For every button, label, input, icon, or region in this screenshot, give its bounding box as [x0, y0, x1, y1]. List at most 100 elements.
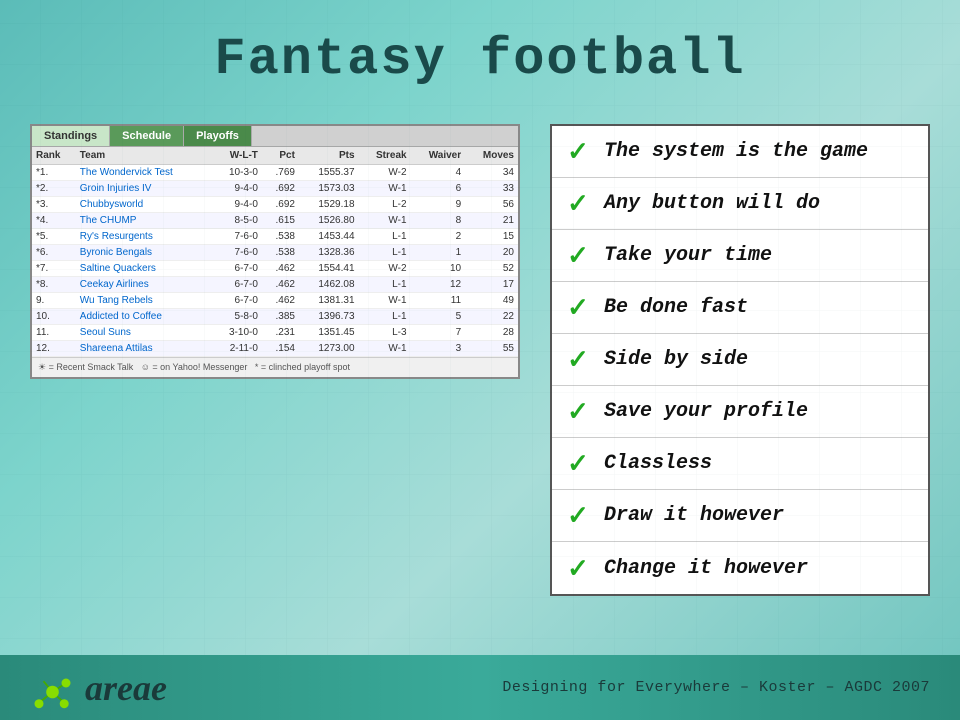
cell-team[interactable]: Ry's Resurgents	[76, 229, 212, 245]
cell-pts: 1328.36	[299, 245, 359, 261]
checklist-item: ✓ Classless	[552, 438, 928, 490]
col-team: Team	[76, 147, 212, 165]
col-streak: Streak	[359, 147, 411, 165]
col-pct: Pct	[262, 147, 299, 165]
cell-wlt: 7-6-0	[212, 245, 262, 261]
cell-rank: 12.	[32, 341, 76, 357]
cell-pts: 1381.31	[299, 293, 359, 309]
checklist-item: ✓ Take your time	[552, 230, 928, 282]
cell-moves: 52	[465, 261, 518, 277]
cell-pts: 1526.80	[299, 213, 359, 229]
cell-team[interactable]: Shareena Attilas	[76, 341, 212, 357]
cell-team[interactable]: The CHUMP	[76, 213, 212, 229]
table-row: 12. Shareena Attilas 2-11-0 .154 1273.00…	[32, 341, 518, 357]
cell-wlt: 6-7-0	[212, 293, 262, 309]
table-row: *4. The CHUMP 8-5-0 .615 1526.80 W-1 8 2…	[32, 213, 518, 229]
cell-rank: *5.	[32, 229, 76, 245]
cell-moves: 49	[465, 293, 518, 309]
cell-team[interactable]: Byronic Bengals	[76, 245, 212, 261]
cell-pct: .462	[262, 277, 299, 293]
table-row: *5. Ry's Resurgents 7-6-0 .538 1453.44 L…	[32, 229, 518, 245]
cell-wlt: 6-7-0	[212, 277, 262, 293]
cell-rank: *1.	[32, 165, 76, 181]
cell-pct: .462	[262, 261, 299, 277]
cell-wlt: 2-11-0	[212, 341, 262, 357]
cell-team[interactable]: Addicted to Coffee	[76, 309, 212, 325]
checklist-item: ✓ Draw it however	[552, 490, 928, 542]
check-mark-icon: ✓	[564, 500, 592, 531]
cell-team[interactable]: Seoul Suns	[76, 325, 212, 341]
table-row: *7. Saltine Quackers 6-7-0 .462 1554.41 …	[32, 261, 518, 277]
cell-rank: *6.	[32, 245, 76, 261]
check-label: Change it however	[604, 557, 808, 580]
cell-wlt: 6-7-0	[212, 261, 262, 277]
cell-pct: .538	[262, 229, 299, 245]
cell-pct: .538	[262, 245, 299, 261]
cell-team[interactable]: Chubbysworld	[76, 197, 212, 213]
col-wlt: W-L-T	[212, 147, 262, 165]
check-mark-icon: ✓	[564, 396, 592, 427]
check-mark-icon: ✓	[564, 553, 592, 584]
cell-wlt: 9-4-0	[212, 181, 262, 197]
check-mark-icon: ✓	[564, 448, 592, 479]
check-label: Take your time	[604, 244, 772, 267]
col-moves: Moves	[465, 147, 518, 165]
cell-team[interactable]: The Wondervick Test	[76, 165, 212, 181]
cell-pts: 1555.37	[299, 165, 359, 181]
checklist-item: ✓ The system is the game	[552, 126, 928, 178]
table-row: 11. Seoul Suns 3-10-0 .231 1351.45 L-3 7…	[32, 325, 518, 341]
content-area: Standings Schedule Playoffs Rank Team W-…	[0, 109, 960, 596]
cell-waiver: 7	[411, 325, 466, 341]
table-row: *3. Chubbysworld 9-4-0 .692 1529.18 L-2 …	[32, 197, 518, 213]
logo-area: areae	[30, 665, 167, 710]
cell-rank: 9.	[32, 293, 76, 309]
cell-pts: 1462.08	[299, 277, 359, 293]
cell-pct: .231	[262, 325, 299, 341]
check-label: Be done fast	[604, 296, 748, 319]
check-mark-icon: ✓	[564, 136, 592, 167]
cell-wlt: 9-4-0	[212, 197, 262, 213]
cell-moves: 17	[465, 277, 518, 293]
cell-pct: .692	[262, 181, 299, 197]
cell-rank: *8.	[32, 277, 76, 293]
tab-playoffs[interactable]: Playoffs	[184, 126, 252, 146]
table-row: *8. Ceekay Airlines 6-7-0 .462 1462.08 L…	[32, 277, 518, 293]
areae-logo-icon	[30, 665, 75, 710]
col-rank: Rank	[32, 147, 76, 165]
cell-waiver: 9	[411, 197, 466, 213]
tab-standings[interactable]: Standings	[32, 126, 110, 146]
cell-moves: 56	[465, 197, 518, 213]
cell-moves: 33	[465, 181, 518, 197]
table-row: *6. Byronic Bengals 7-6-0 .538 1328.36 L…	[32, 245, 518, 261]
cell-streak: W-1	[359, 341, 411, 357]
cell-pts: 1351.45	[299, 325, 359, 341]
check-label: Any button will do	[604, 192, 820, 215]
cell-waiver: 5	[411, 309, 466, 325]
cell-pts: 1273.00	[299, 341, 359, 357]
cell-pct: .462	[262, 293, 299, 309]
cell-moves: 20	[465, 245, 518, 261]
cell-pct: .615	[262, 213, 299, 229]
cell-rank: *2.	[32, 181, 76, 197]
bottom-bar: areae Designing for Everywhere – Koster …	[0, 655, 960, 720]
cell-team[interactable]: Saltine Quackers	[76, 261, 212, 277]
tab-schedule[interactable]: Schedule	[110, 126, 184, 146]
cell-moves: 15	[465, 229, 518, 245]
check-label: The system is the game	[604, 140, 868, 163]
checklist-item: ✓ Be done fast	[552, 282, 928, 334]
standings-table-container: Standings Schedule Playoffs Rank Team W-…	[30, 124, 520, 379]
cell-team[interactable]: Groin Injuries IV	[76, 181, 212, 197]
cell-pts: 1396.73	[299, 309, 359, 325]
check-label: Save your profile	[604, 400, 808, 423]
table-tabs: Standings Schedule Playoffs	[32, 126, 518, 147]
checklist-item: ✓ Side by side	[552, 334, 928, 386]
col-pts: Pts	[299, 147, 359, 165]
cell-pct: .154	[262, 341, 299, 357]
cell-rank: 11.	[32, 325, 76, 341]
table-row: 9. Wu Tang Rebels 6-7-0 .462 1381.31 W-1…	[32, 293, 518, 309]
table-row: *2. Groin Injuries IV 9-4-0 .692 1573.03…	[32, 181, 518, 197]
cell-streak: L-3	[359, 325, 411, 341]
cell-team[interactable]: Wu Tang Rebels	[76, 293, 212, 309]
cell-team[interactable]: Ceekay Airlines	[76, 277, 212, 293]
cell-waiver: 1	[411, 245, 466, 261]
